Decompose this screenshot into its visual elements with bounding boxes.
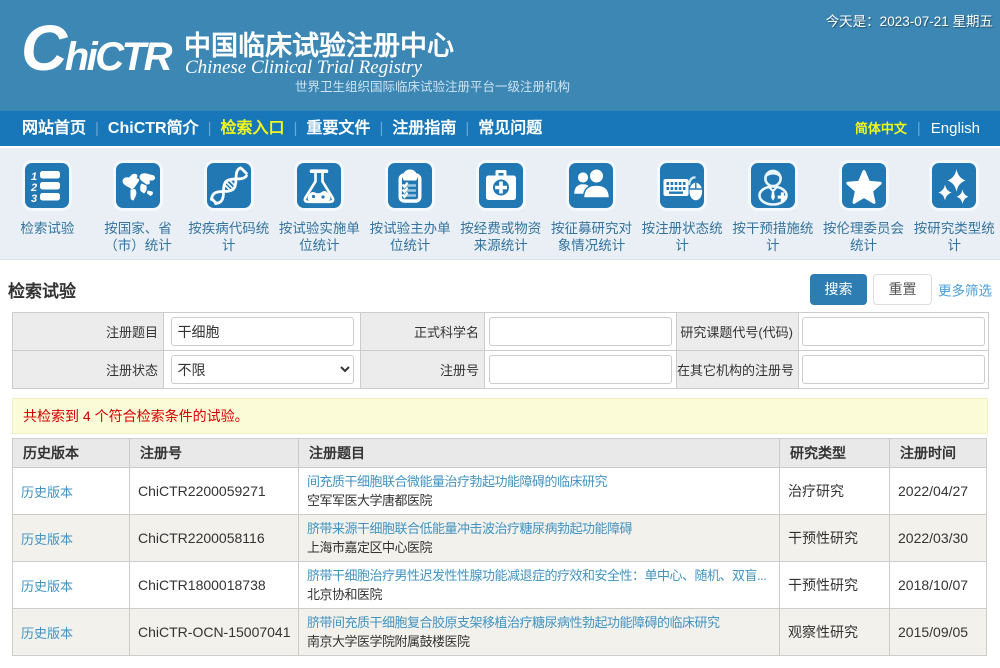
svg-text:3: 3 bbox=[31, 193, 37, 205]
